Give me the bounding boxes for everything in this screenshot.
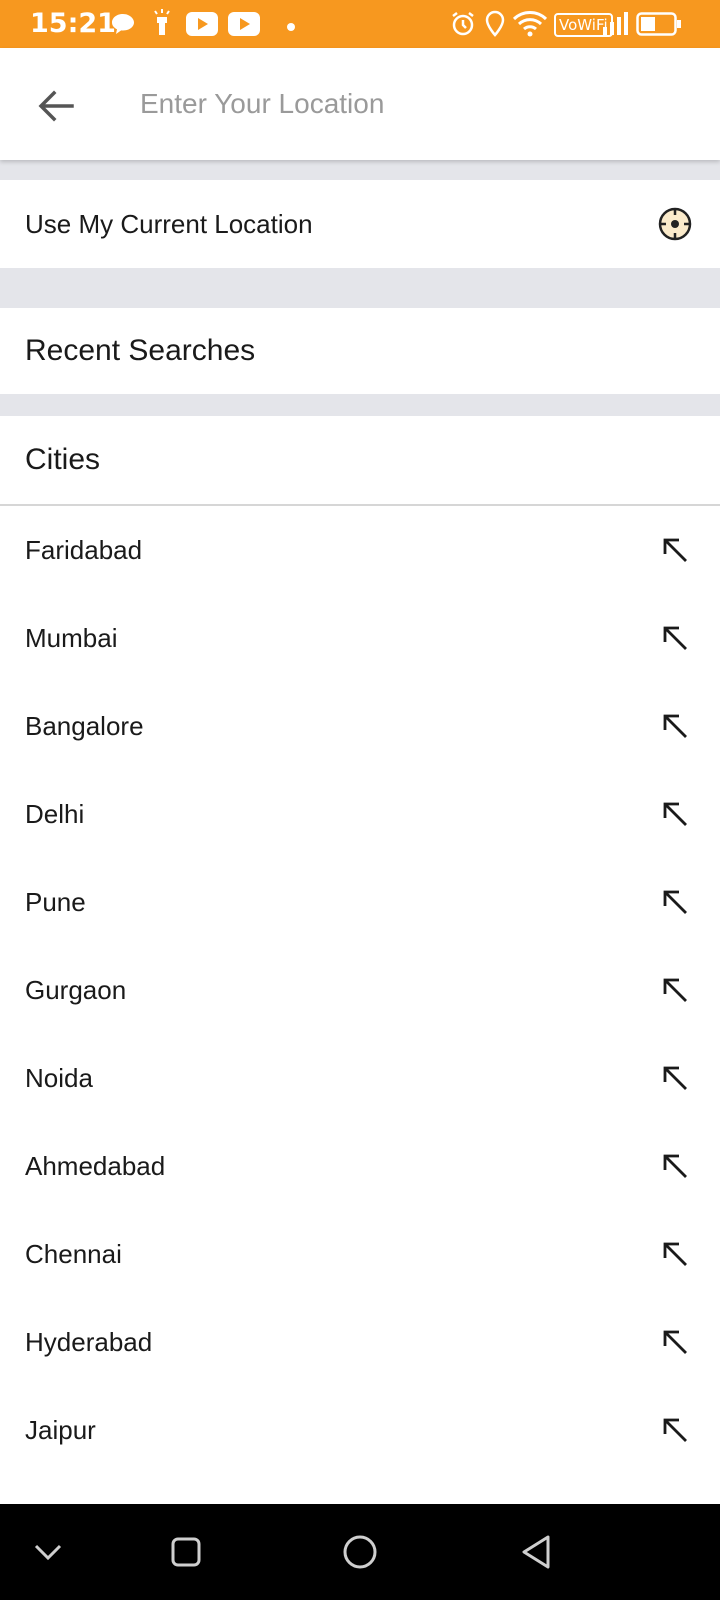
dot-icon bbox=[286, 19, 296, 37]
battery-icon bbox=[636, 12, 682, 41]
status-time: 15:21 bbox=[30, 8, 116, 39]
city-name: Pune bbox=[25, 886, 86, 917]
city-row[interactable]: Delhi bbox=[0, 770, 720, 858]
section-gap bbox=[0, 394, 720, 416]
arrow-up-left-icon[interactable] bbox=[660, 887, 690, 917]
youtube-icon bbox=[186, 12, 218, 41]
nav-chevron-button[interactable] bbox=[28, 1532, 68, 1572]
arrow-left-icon bbox=[38, 90, 74, 122]
city-name: Faridabad bbox=[25, 534, 143, 565]
city-name: Noida bbox=[25, 1062, 93, 1093]
use-current-location-label: Use My Current Location bbox=[25, 208, 313, 239]
flashlight-icon bbox=[152, 9, 172, 44]
city-row[interactable]: Gurgaon bbox=[0, 946, 720, 1034]
recents-square-icon bbox=[171, 1537, 201, 1567]
location-pin-icon bbox=[484, 10, 506, 43]
use-current-location-row[interactable]: Use My Current Location bbox=[0, 180, 720, 268]
recents-button[interactable] bbox=[166, 1532, 206, 1572]
wifi-icon bbox=[512, 10, 548, 43]
city-row[interactable]: Ahmedabad bbox=[0, 1122, 720, 1210]
city-row[interactable]: Pune bbox=[0, 858, 720, 946]
search-bar bbox=[0, 48, 720, 160]
arrow-up-left-icon[interactable] bbox=[660, 535, 690, 565]
chevron-down-icon bbox=[34, 1544, 62, 1561]
city-name: Jaipur bbox=[25, 1414, 96, 1445]
status-bar: 15:21 VoWiFi bbox=[0, 0, 720, 48]
youtube-icon bbox=[228, 12, 260, 41]
arrow-up-left-icon[interactable] bbox=[660, 1239, 690, 1269]
cities-header: Cities bbox=[0, 416, 720, 504]
back-triangle-icon bbox=[522, 1535, 550, 1569]
arrow-up-left-icon[interactable] bbox=[660, 1151, 690, 1181]
cities-title: Cities bbox=[25, 443, 101, 476]
city-row[interactable]: Faridabad bbox=[0, 506, 720, 594]
city-row[interactable]: Hyderabad bbox=[0, 1298, 720, 1386]
chat-bubble-icon bbox=[110, 12, 136, 41]
city-row[interactable]: Mumbai bbox=[0, 594, 720, 682]
home-button[interactable] bbox=[340, 1532, 380, 1572]
recent-searches-title: Recent Searches bbox=[25, 334, 256, 367]
back-nav-button[interactable] bbox=[516, 1532, 556, 1572]
arrow-up-left-icon[interactable] bbox=[660, 623, 690, 653]
city-row[interactable]: Bangalore bbox=[0, 682, 720, 770]
home-circle-icon bbox=[343, 1535, 377, 1569]
arrow-up-left-icon[interactable] bbox=[660, 1415, 690, 1445]
recent-searches-header: Recent Searches bbox=[0, 308, 720, 394]
alarm-icon bbox=[450, 10, 476, 43]
back-button[interactable] bbox=[32, 82, 80, 130]
signal-icon bbox=[602, 12, 628, 41]
section-gap bbox=[0, 160, 720, 180]
arrow-up-left-icon[interactable] bbox=[660, 1327, 690, 1357]
city-name: Gurgaon bbox=[25, 974, 127, 1005]
city-name: Delhi bbox=[25, 798, 85, 829]
city-row[interactable]: Noida bbox=[0, 1034, 720, 1122]
city-name: Bangalore bbox=[25, 710, 144, 741]
arrow-up-left-icon[interactable] bbox=[660, 799, 690, 829]
city-name: Mumbai bbox=[25, 622, 118, 653]
arrow-up-left-icon[interactable] bbox=[660, 1063, 690, 1093]
city-row[interactable]: Jaipur bbox=[0, 1386, 720, 1474]
section-gap bbox=[0, 268, 720, 308]
city-name: Chennai bbox=[25, 1238, 122, 1269]
location-search-input[interactable] bbox=[140, 78, 680, 130]
city-name: Ahmedabad bbox=[25, 1150, 166, 1181]
arrow-up-left-icon[interactable] bbox=[660, 711, 690, 741]
crosshair-icon bbox=[657, 206, 693, 242]
navigation-bar bbox=[0, 1504, 720, 1600]
city-name: Hyderabad bbox=[25, 1326, 153, 1357]
city-row[interactable]: Chennai bbox=[0, 1210, 720, 1298]
arrow-up-left-icon[interactable] bbox=[660, 975, 690, 1005]
